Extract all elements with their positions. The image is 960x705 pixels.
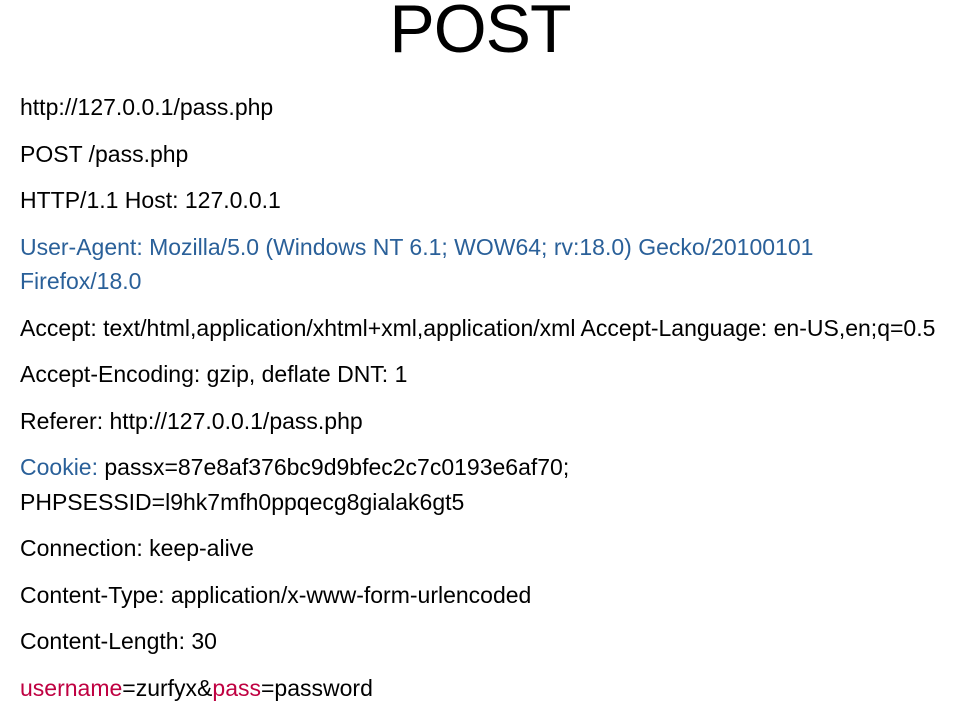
body-username-key: username: [20, 675, 122, 701]
title-heading: POST: [20, 0, 940, 68]
cookie-value: passx=87e8af376bc9d9bfec2c7c0193e6af70; …: [20, 454, 569, 515]
request-line: POST /pass.php: [20, 137, 940, 172]
user-agent: User-Agent: Mozilla/5.0 (Windows NT 6.1;…: [20, 230, 940, 299]
referer: Referer: http://127.0.0.1/pass.php: [20, 404, 940, 439]
http-host: HTTP/1.1 Host: 127.0.0.1: [20, 183, 940, 218]
request-body: username=zurfyx&pass=password: [20, 671, 940, 705]
cookie-label: Cookie:: [20, 454, 98, 480]
body-sep2: =password: [261, 675, 373, 701]
body-pass-key: pass: [212, 675, 261, 701]
connection: Connection: keep-alive: [20, 531, 940, 566]
content-length: Content-Length: 30: [20, 624, 940, 659]
accept-headers: Accept: text/html,application/xhtml+xml,…: [20, 311, 940, 346]
accept-encoding: Accept-Encoding: gzip, deflate DNT: 1: [20, 357, 940, 392]
body-sep1: =zurfyx&: [122, 675, 212, 701]
request-url: http://127.0.0.1/pass.php: [20, 90, 940, 125]
cookie-line: Cookie: passx=87e8af376bc9d9bfec2c7c0193…: [20, 450, 940, 519]
content-type: Content-Type: application/x-www-form-url…: [20, 578, 940, 613]
